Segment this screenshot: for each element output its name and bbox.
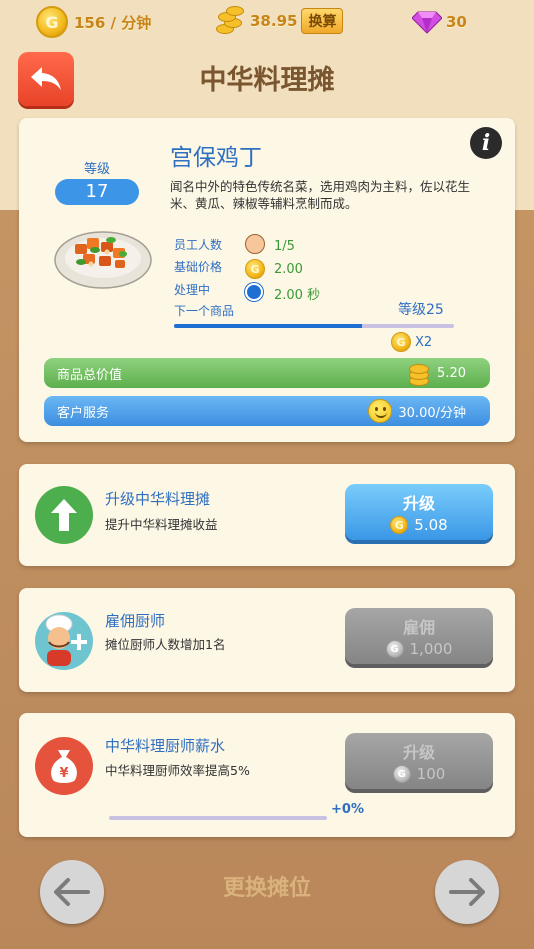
add-chef-icon xyxy=(35,612,93,670)
income-rate-stat: G 156 / 分钟 xyxy=(36,6,151,38)
arrow-right-icon xyxy=(449,878,485,906)
dish-info-card: i 等级 17 宫保鸡丁 闻名中外的特色传统名菜，选用鸡肉为主料，佐以花生米、黄… xyxy=(19,118,515,442)
upgrade-stall-card: 升级中华料理摊 提升中华料理摊收益 升级 G 5.08 xyxy=(19,464,515,566)
chef-salary-progress-text: +0% xyxy=(331,802,364,817)
level-badge: 17 xyxy=(55,179,139,205)
income-rate-text: 156 / 分钟 xyxy=(74,13,152,32)
svg-text:¥: ¥ xyxy=(59,766,68,781)
info-icon[interactable]: i xyxy=(470,127,502,159)
multiplier-reward: G X2 xyxy=(391,332,432,352)
chef-salary-cost: 100 xyxy=(416,765,446,783)
coin-icon: G xyxy=(392,765,411,783)
coin-icon: G xyxy=(390,516,409,534)
next-level-label: 等级25 xyxy=(398,302,444,318)
kung-pao-chicken-image xyxy=(53,218,153,290)
upgrade-stall-button-label: 升级 xyxy=(402,494,435,513)
next-item-progress-fill xyxy=(174,324,362,328)
chef-salary-button[interactable]: 升级 G 100 xyxy=(345,733,493,789)
money-bag-icon: ¥ xyxy=(35,737,93,795)
hire-chef-subtitle: 摊位厨师人数增加1名 xyxy=(105,637,226,652)
upgrade-stall-button[interactable]: 升级 G 5.08 xyxy=(345,484,493,540)
dish-name: 宫保鸡丁 xyxy=(170,145,262,171)
coin-pile-icon xyxy=(212,4,246,38)
upgrade-stall-cost: 5.08 xyxy=(414,516,448,534)
coin-balance-text: 38.95 xyxy=(250,12,298,30)
next-item-progress xyxy=(174,324,454,328)
upgrade-stall-title: 升级中华料理摊 xyxy=(105,490,211,508)
hire-chef-button-label: 雇佣 xyxy=(402,618,435,637)
hire-chef-title: 雇佣厨师 xyxy=(105,612,166,630)
chef-salary-title: 中华料理厨师薪水 xyxy=(105,737,226,755)
chef-face-icon xyxy=(245,234,265,254)
next-item-label: 下一个商品 xyxy=(174,304,235,318)
clock-icon xyxy=(245,283,263,301)
chef-salary-button-label: 升级 xyxy=(402,743,435,762)
base-price-label: 基础价格 xyxy=(174,260,223,274)
gem-icon xyxy=(411,10,443,34)
chef-salary-progress xyxy=(109,816,327,820)
customer-service-label: 客户服务 xyxy=(57,405,110,421)
customer-service-value: 30.00/分钟 xyxy=(398,405,466,421)
gold-coin-icon: G xyxy=(36,6,68,38)
next-stall-button[interactable] xyxy=(435,860,499,924)
hire-chef-button[interactable]: 雇佣 G 1,000 xyxy=(345,608,493,664)
coin-pile-icon xyxy=(407,360,431,386)
exchange-button[interactable]: 换算 xyxy=(301,8,344,34)
chef-salary-card: ¥ 中华料理厨师薪水 中华料理厨师效率提高5% 升级 G 100 +0% xyxy=(19,713,515,837)
chef-salary-subtitle: 中华料理厨师效率提高5% xyxy=(105,763,250,778)
top-bar: G 156 / 分钟 38.95 换算 30 xyxy=(0,0,534,48)
gem-count-text: 30 xyxy=(446,13,467,31)
customer-service-bar: 客户服务 30.00/分钟 xyxy=(44,396,490,426)
hire-chef-cost: 1,000 xyxy=(409,640,453,658)
processing-label: 处理中 xyxy=(174,283,211,297)
total-value-label: 商品总价值 xyxy=(57,367,123,383)
staff-value: 1/5 xyxy=(274,239,295,254)
level-label: 等级 xyxy=(83,162,110,177)
total-value-bar: 商品总价值 5.20 xyxy=(44,358,490,388)
dish-description: 闻名中外的特色传统名菜，选用鸡肉为主料，佐以花生米、黄瓜、辣椒等辅料烹制而成。 xyxy=(170,179,471,211)
page-title: 中华料理摊 xyxy=(199,65,335,96)
coin-icon: G xyxy=(391,332,411,352)
multiplier-text: X2 xyxy=(415,334,433,350)
staff-label: 员工人数 xyxy=(174,238,223,252)
arrow-up-icon xyxy=(35,486,93,544)
upgrade-stall-subtitle: 提升中华料理摊收益 xyxy=(105,517,218,532)
processing-value: 2.00 秒 xyxy=(274,288,321,303)
coin-icon: G xyxy=(245,259,265,279)
gem-stat: 30 xyxy=(411,10,467,34)
smiley-icon xyxy=(368,399,393,423)
hire-chef-card: 雇佣厨师 摊位厨师人数增加1名 雇佣 G 1,000 xyxy=(19,588,515,692)
total-value-amount: 5.20 xyxy=(437,365,466,381)
coin-icon: G xyxy=(385,640,404,658)
coin-balance-stat: 38.95 换算 xyxy=(212,4,344,38)
base-price-value: 2.00 xyxy=(274,262,303,277)
